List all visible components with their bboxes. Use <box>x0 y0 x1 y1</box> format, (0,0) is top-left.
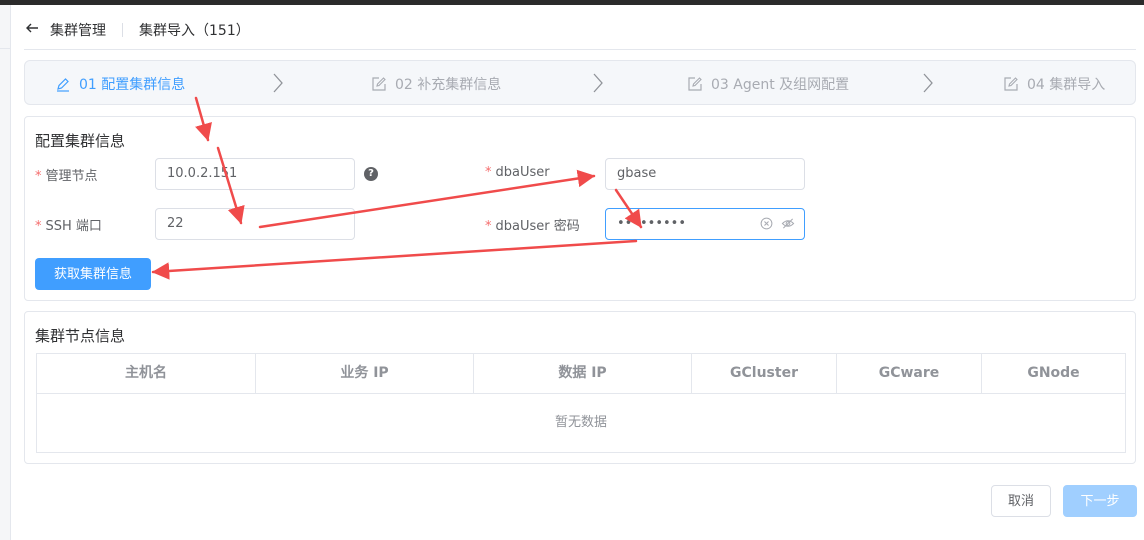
table-header-row: 主机名 业务 IP 数据 IP GCluster GCware GNode <box>37 354 1125 394</box>
page-header: 集群管理 集群导入（151） <box>24 12 1136 50</box>
cluster-nodes-card: 集群节点信息 主机名 业务 IP 数据 IP GCluster GCware G… <box>24 311 1136 464</box>
edit-pencil-icon <box>57 78 69 92</box>
edit-square-icon <box>372 77 386 91</box>
dba-user-input[interactable]: gbase <box>605 158 805 190</box>
table-empty-text: 暂无数据 <box>554 415 607 430</box>
mgmt-node-label: * 管理节点 <box>35 169 98 184</box>
chevron-right-icon <box>923 73 933 93</box>
next-step-button[interactable]: 下一步 <box>1063 485 1137 517</box>
column-gnode: GNode <box>1027 365 1080 381</box>
required-mark: * <box>35 169 42 184</box>
ssh-port-input[interactable]: 22 <box>155 208 355 240</box>
cancel-button[interactable]: 取消 <box>991 485 1051 517</box>
breadcrumb-divider <box>122 23 123 37</box>
column-business-ip: 业务 IP <box>256 354 474 393</box>
edit-square-icon <box>688 77 702 91</box>
steps-bar: 01 配置集群信息 02 补充集群信息 03 Agent 及组网配置 04 集群… <box>24 60 1136 105</box>
nodes-section-title: 集群节点信息 <box>35 327 126 345</box>
dba-user-label: * dbaUser <box>485 165 550 180</box>
password-value: ••••••••• <box>617 216 687 231</box>
chevron-right-icon <box>593 73 603 93</box>
fetch-cluster-info-button[interactable]: 获取集群信息 <box>35 258 151 290</box>
page-title: 集群导入（151） <box>139 23 250 39</box>
edit-square-icon <box>1004 77 1018 91</box>
mgmt-node-input[interactable]: 10.0.2.151 <box>155 158 355 190</box>
clear-circle-icon[interactable] <box>760 217 773 230</box>
required-mark: * <box>485 219 492 234</box>
config-section-title: 配置集群信息 <box>35 132 126 150</box>
required-mark: * <box>485 165 492 180</box>
step-1[interactable]: 01 配置集群信息 <box>55 74 185 94</box>
step-4[interactable]: 04 集群导入 <box>1003 74 1105 94</box>
column-data-ip: 数据 IP <box>474 354 692 393</box>
back-arrow-icon[interactable] <box>24 20 40 36</box>
chevron-right-icon <box>273 73 283 93</box>
eye-hidden-icon[interactable] <box>781 217 795 230</box>
column-gcluster: GCluster <box>692 354 837 393</box>
step-3-label: 03 Agent 及组网配置 <box>711 77 850 93</box>
step-2-label: 02 补充集群信息 <box>395 77 502 93</box>
ssh-port-label: * SSH 端口 <box>35 219 102 234</box>
column-gcware: GCware <box>837 354 982 393</box>
column-hostname: 主机名 <box>37 354 256 393</box>
nodes-table: 主机名 业务 IP 数据 IP GCluster GCware GNode 暂无… <box>36 353 1126 453</box>
dba-password-label: * dbaUser 密码 <box>485 219 580 234</box>
window-top-bar <box>0 0 1144 5</box>
required-mark: * <box>35 219 42 234</box>
step-4-label: 04 集群导入 <box>1027 77 1106 93</box>
left-panel-edge <box>0 5 11 540</box>
step-1-label: 01 配置集群信息 <box>79 77 186 93</box>
breadcrumb-cluster-management[interactable]: 集群管理 <box>50 20 106 40</box>
question-help-icon[interactable]: ? <box>364 167 378 181</box>
dba-password-input[interactable]: ••••••••• <box>605 208 805 240</box>
step-2[interactable]: 02 补充集群信息 <box>371 74 501 94</box>
step-3[interactable]: 03 Agent 及组网配置 <box>687 74 849 94</box>
